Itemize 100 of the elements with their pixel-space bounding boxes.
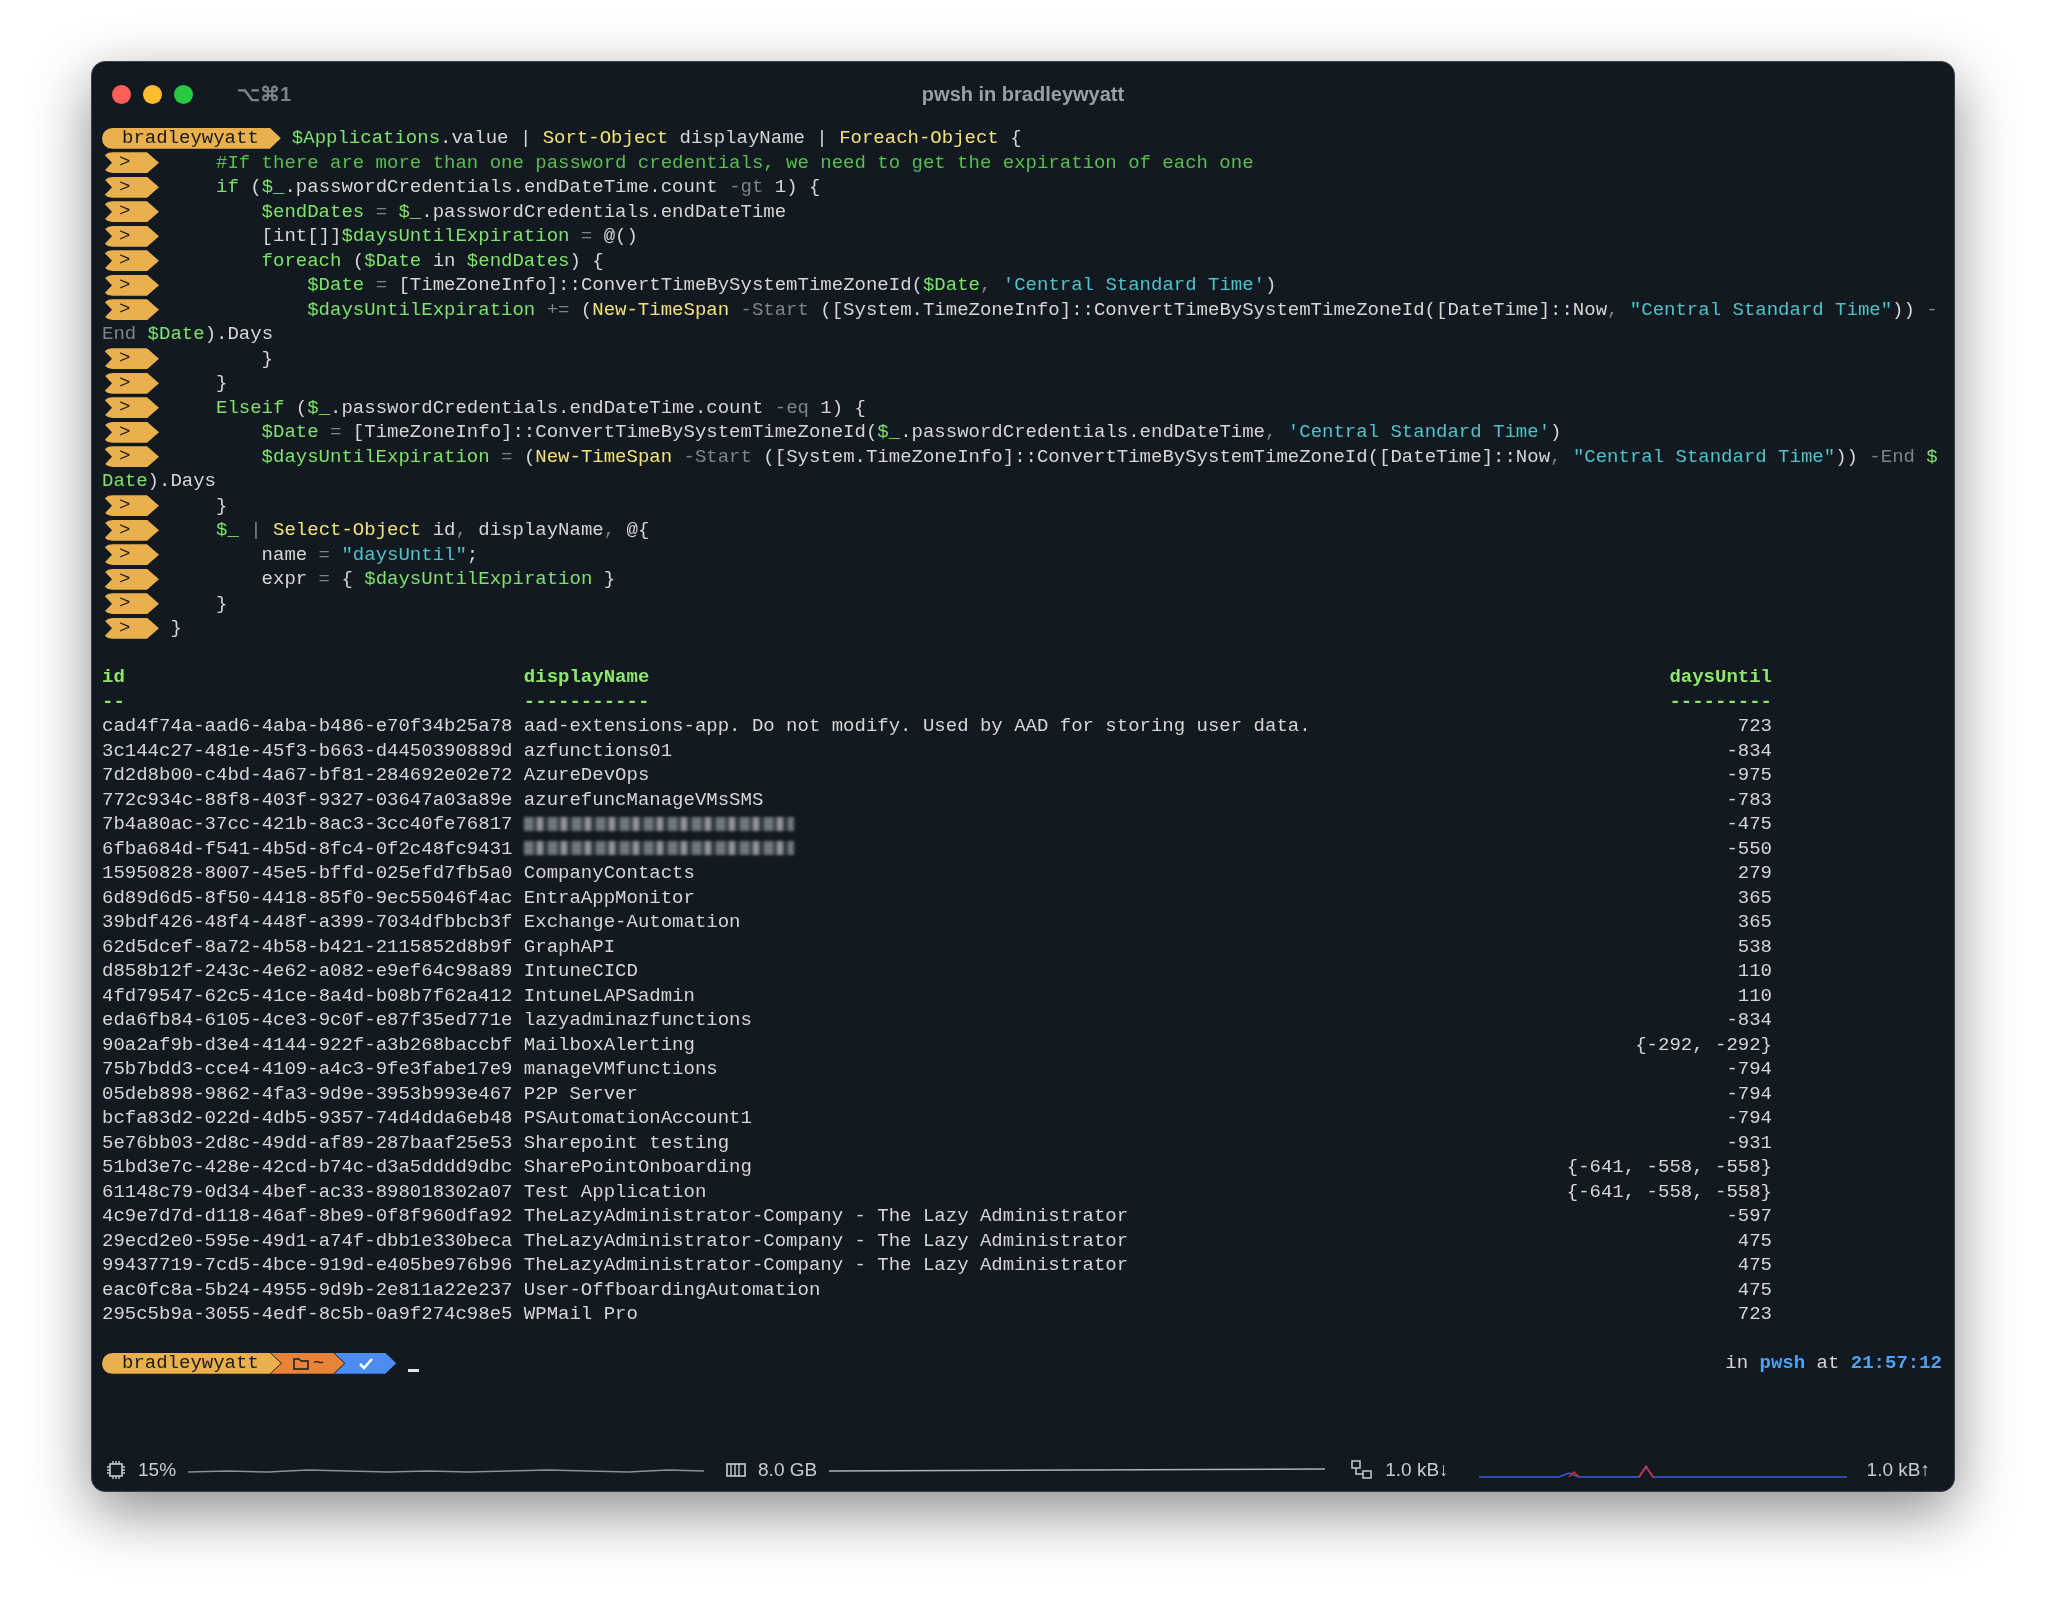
tab-shortcut: ⌥⌘1 <box>237 82 292 107</box>
table-cell-text: CompanyContacts <box>523 861 696 886</box>
table-cell: 279 <box>1737 861 1772 886</box>
right-prompt: in pwsh at 21:57:12 <box>1725 1351 1942 1376</box>
table-cell: 110 <box>1737 983 1772 1008</box>
table-cell-text: 295c5b9a-3055-4edf-8c5b-0a9f274c98e5 <box>102 1302 514 1327</box>
prompt-segment: bradleywyatt <box>102 1352 281 1374</box>
table-cell-text: EntraAppMonitor <box>523 885 696 910</box>
code-line: } <box>215 371 228 396</box>
table-cell: 365 <box>1737 910 1772 935</box>
table-cell: -975 <box>1726 763 1772 788</box>
table-cell-text: azfunctions01 <box>523 738 674 763</box>
table-cell: 365 <box>1737 885 1772 910</box>
table-cell-text: Exchange-Automation <box>523 910 742 935</box>
table-cell-text: IntuneCICD <box>523 959 639 984</box>
table-cell-text: 4fd79547-62c5-41ce-8a4d-b08b7f62a412 <box>102 983 514 1008</box>
code-line: $daysUntilExpiration = (New-TimeSpan -Start ([System.TimeZoneInfo]::ConvertTimeBySystemTimeZoneId([DateTime]::Now, "Central Standard Time")) -End $ <box>260 444 1938 469</box>
folder-icon <box>292 1356 309 1370</box>
table-cell: 110 <box>1737 959 1772 984</box>
code-line: $daysUntilExpiration += (New-TimeSpan -Start ([System.TimeZoneInfo]::ConvertTimeBySystemTimeZoneId([DateTime]::Now, "Central Standard Time")) - <box>306 297 1938 322</box>
memory-icon <box>726 1461 747 1479</box>
network-icon <box>1351 1460 1374 1480</box>
header-underline: --------- <box>1669 689 1772 714</box>
table-cell: -834 <box>1726 738 1772 763</box>
table-cell-text: manageVMfunctions <box>523 1057 719 1082</box>
table-cell-text: MailboxAlerting <box>523 1032 696 1057</box>
code-line: if ($_.passwordCredentials.endDateTime.count -gt 1) { <box>215 175 821 200</box>
table-cell-text: IntuneLAPSadmin <box>523 983 696 1008</box>
table-cell-text: 61148c79-0d34-4bef-ac33-898018302a07 <box>102 1179 514 1204</box>
code-line: Date).Days <box>102 469 217 494</box>
code-line: } <box>170 616 182 641</box>
table-cell-text: 05deb898-9862-4fa3-9d9e-3953b993e467 <box>102 1081 514 1106</box>
upload-rate: 1.0 kB↑ <box>1866 1457 1930 1482</box>
table-cell-text: 3c144c27-481e-45f3-b663-d4450390889d <box>102 738 514 763</box>
table-cell: 723 <box>1737 1302 1772 1327</box>
table-cell-text: 51bd3e7c-428e-42cd-b74c-d3a5dddd9dbc <box>102 1155 514 1180</box>
table-cell: 475 <box>1737 1277 1772 1302</box>
table-cell: -834 <box>1726 1008 1772 1033</box>
table-cell-text: 772c934c-88f8-403f-9327-03647a03a89e <box>102 787 514 812</box>
table-cell: {-292, -292} <box>1635 1032 1772 1057</box>
table-cell: -794 <box>1726 1106 1772 1131</box>
table-cell-text: bcfa83d2-022d-4db5-9357-74d4dda6eb48 <box>102 1106 514 1131</box>
table-cell-text: 75b7bdd3-cce4-4109-a4c3-9fe3fabe17e9 <box>102 1057 514 1082</box>
close-button[interactable] <box>112 84 131 104</box>
table-cell-text: P2P Server <box>523 1081 639 1106</box>
cpu-icon <box>106 1460 126 1480</box>
code-line: foreach ($Date in $endDates) { <box>260 248 604 273</box>
table-cell-text: PSAutomationAccount1 <box>523 1106 753 1131</box>
table-cell-text: TheLazyAdministrator-Company - The Lazy Administrator <box>523 1253 1130 1278</box>
table-cell-text: SharePointOnboarding <box>523 1155 753 1180</box>
table-cell: 475 <box>1737 1228 1772 1253</box>
code-line: } <box>215 591 228 616</box>
code-line: $_ | Select-Object id, displayName, @{ <box>215 518 650 543</box>
table-cell-text: 6d89d6d5-8f50-4418-85f0-9ec55046f4ac <box>102 885 514 910</box>
table-cell-text: lazyadminazfunctions <box>523 1008 753 1033</box>
table-cell-text: 29ecd2e0-595e-49d1-a74f-dbb1e330beca <box>102 1228 514 1253</box>
table-cell: 475 <box>1737 1253 1772 1278</box>
table-cell: -794 <box>1726 1081 1772 1106</box>
check-icon <box>358 1356 375 1370</box>
code-line: $Applications.value | Sort-Object displayName | Foreach-Object { <box>291 126 1022 151</box>
code-line: End $Date).Days <box>102 322 274 347</box>
table-cell-text: 90a2af9b-d3e4-4144-922f-a3b268baccbf <box>102 1032 514 1057</box>
table-cell-text: 5e76bb03-2d8c-49dd-af89-287baaf25e53 <box>102 1130 514 1155</box>
table-cell: 723 <box>1737 714 1772 739</box>
column-header: daysUntil <box>1669 665 1772 690</box>
table-cell-text: 62d5dcef-8a72-4b58-b421-2115852d8b9f <box>102 934 514 959</box>
code-line: name = "daysUntil"; <box>260 542 479 567</box>
code-line: } <box>215 493 228 518</box>
table-cell: -597 <box>1726 1204 1772 1229</box>
table-cell-text: User-OffboardingAutomation <box>523 1277 822 1302</box>
table-cell: -931 <box>1726 1130 1772 1155</box>
code-line: $endDates = $_.passwordCredentials.endDateTime <box>260 199 787 224</box>
table-cell-text: azurefuncManageVMsSMS <box>523 787 765 812</box>
table-cell-text: WPMail Pro <box>523 1302 639 1327</box>
table-cell-text: 4c9e7d7d-d118-46af-8be9-0f8f960dfa92 <box>102 1204 514 1229</box>
table-cell-text: Test Application <box>523 1179 708 1204</box>
column-header: id <box>102 665 126 690</box>
table-cell-text: 15950828-8007-45e5-bffd-025efd7fb5a0 <box>102 861 514 886</box>
table-cell-text: d858b12f-243c-4e62-a082-e9ef64c98a89 <box>102 959 514 984</box>
minimize-button[interactable] <box>143 84 162 104</box>
table-cell-text: AzureDevOps <box>523 763 651 788</box>
table-cell: -550 <box>1726 836 1772 861</box>
prompt-segment: bradleywyatt <box>102 127 281 149</box>
table-cell: 538 <box>1737 934 1772 959</box>
code-line: [int[]]$daysUntilExpiration = @() <box>260 224 638 249</box>
code-line: $Date = [TimeZoneInfo]::ConvertTimeBySystemTimeZoneId($_.passwordCredentials.endDateTime, 'Central Standard Time') <box>260 420 1562 445</box>
table-cell-text: 99437719-7cd5-4bce-919d-e405be976b96 <box>102 1253 514 1278</box>
table-cell-text: Sharepoint testing <box>523 1130 731 1155</box>
table-cell-text: 39bdf426-48f4-448f-a399-7034dfbbcb3f <box>102 910 514 935</box>
table-cell: -783 <box>1726 787 1772 812</box>
code-line: } <box>260 346 273 371</box>
table-cell-text: TheLazyAdministrator-Company - The Lazy Administrator <box>523 1204 1130 1229</box>
header-underline: ----------- <box>523 689 651 714</box>
table-cell: -794 <box>1726 1057 1772 1082</box>
download-rate: 1.0 kB↓ <box>1385 1457 1449 1482</box>
table-cell-text: GraphAPI <box>523 934 617 959</box>
table-cell-text: TheLazyAdministrator-Company - The Lazy Administrator <box>523 1228 1130 1253</box>
table-cell-text: 7d2d8b00-c4bd-4a67-bf81-284692e02e72 <box>102 763 514 788</box>
code-line: expr = { $daysUntilExpiration } <box>260 567 616 592</box>
zoom-button[interactable] <box>174 84 193 104</box>
